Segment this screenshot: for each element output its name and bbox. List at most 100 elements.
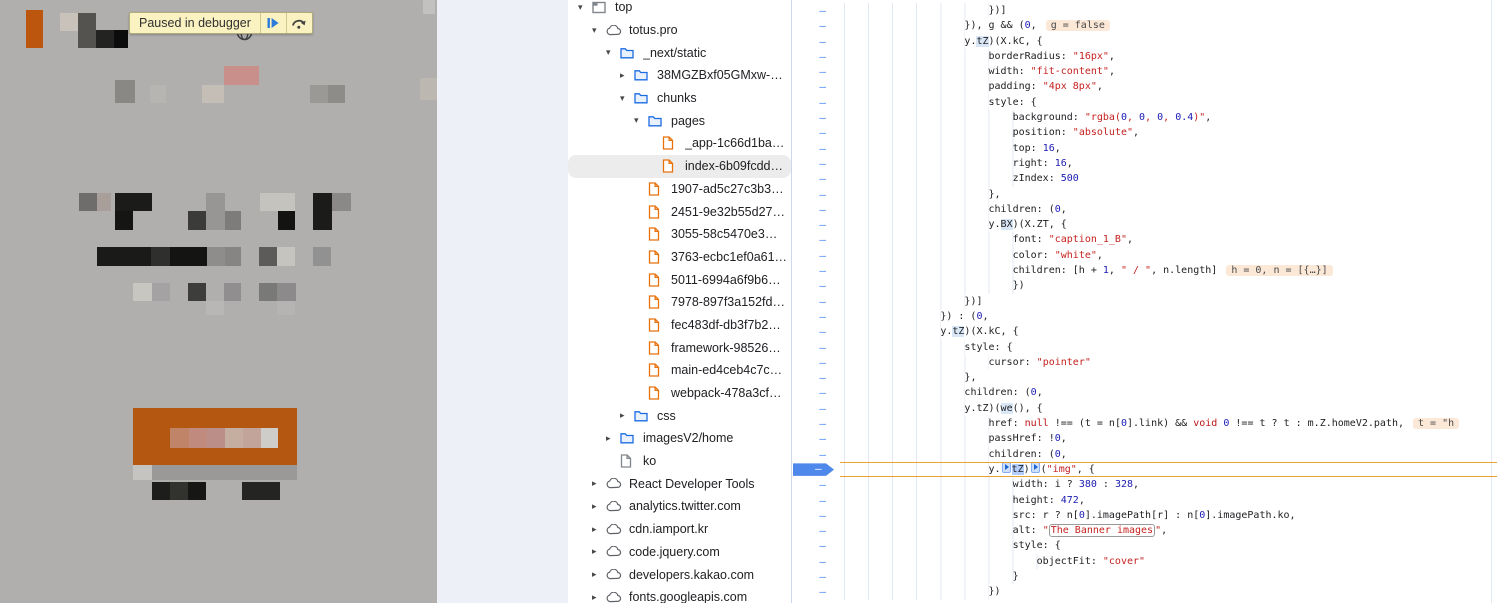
breakpoint-gutter[interactable]: – xyxy=(792,584,840,599)
breakpoint-gutter[interactable]: – xyxy=(792,202,840,217)
breakpoint-gutter[interactable]: – xyxy=(792,156,840,171)
code-line-content[interactable]: src: r ? n[0].imagePath[r] : n[0].imageP… xyxy=(840,508,1497,523)
breakpoint-gutter[interactable]: – xyxy=(792,248,840,263)
breakpoint-gutter[interactable]: – xyxy=(792,49,840,64)
chevron-down-icon[interactable]: ▾ xyxy=(578,2,592,13)
breakpoint-gutter[interactable]: – xyxy=(792,401,840,416)
tree-item-5011-6994a6f9b6-[interactable]: 5011-6994a6f9b6… xyxy=(568,268,791,291)
tree-item-developers-kakao-com[interactable]: ▸developers.kakao.com xyxy=(568,563,791,586)
code-line-content[interactable]: children: [h + 1, " / ", n.length]h = 0,… xyxy=(840,263,1497,278)
code-line[interactable]: – width: "fit-content", xyxy=(792,64,1497,79)
tree-item-main-ed4ceb4c7c-[interactable]: main-ed4ceb4c7c… xyxy=(568,359,791,382)
code-line-content[interactable]: color: "white", xyxy=(840,248,1497,263)
code-line-content[interactable]: }) : (0, xyxy=(840,309,1497,324)
breakpoint-gutter[interactable]: – xyxy=(792,187,840,202)
chevron-down-icon[interactable]: ▾ xyxy=(620,93,634,104)
code-line-content[interactable]: children: (0, xyxy=(840,447,1497,462)
breakpoint-gutter[interactable]: – xyxy=(792,508,840,523)
tree-item-analytics-twitter-com[interactable]: ▸analytics.twitter.com xyxy=(568,495,791,518)
code-line[interactable]: – }) xyxy=(792,584,1497,599)
code-line[interactable]: – })] xyxy=(792,3,1497,18)
code-line-content[interactable]: style: { xyxy=(840,538,1497,553)
breakpoint-gutter[interactable]: – xyxy=(792,171,840,186)
tree-item-chunks[interactable]: ▾chunks xyxy=(568,87,791,110)
tree-item-webpack-478a3cf-[interactable]: webpack-478a3cf… xyxy=(568,382,791,405)
tree-item-3055-58c5470e3-[interactable]: 3055-58c5470e3… xyxy=(568,223,791,246)
breakpoint-gutter[interactable]: – xyxy=(792,95,840,110)
code-line[interactable]: – style: { xyxy=(792,95,1497,110)
tree-item-top[interactable]: ▾top xyxy=(568,0,791,19)
step-into-target-icon[interactable] xyxy=(1002,462,1011,473)
code-line[interactable]: – cursor: "pointer" xyxy=(792,355,1497,370)
code-line-content[interactable]: cursor: "pointer" xyxy=(840,355,1497,370)
code-line[interactable]: – children: [h + 1, " / ", n.length]h = … xyxy=(792,263,1497,278)
code-line-content[interactable]: objectFit: "cover" xyxy=(840,554,1497,569)
tree-item--app-1c66d1ba-[interactable]: _app-1c66d1ba… xyxy=(568,132,791,155)
code-line[interactable]: – }) : (0, xyxy=(792,309,1497,324)
breakpoint-gutter[interactable]: – xyxy=(792,278,840,293)
chevron-right-icon[interactable]: ▸ xyxy=(592,592,606,603)
code-line-content[interactable]: }) xyxy=(840,278,1497,293)
chevron-right-icon[interactable]: ▸ xyxy=(606,433,620,444)
breakpoint-gutter[interactable]: – xyxy=(792,34,840,49)
code-line[interactable]: – zIndex: 500 xyxy=(792,171,1497,186)
tree-item-code-jquery-com[interactable]: ▸code.jquery.com xyxy=(568,541,791,564)
chevron-down-icon[interactable]: ▾ xyxy=(634,115,648,126)
code-line[interactable]: – children: (0, xyxy=(792,385,1497,400)
code-line-content[interactable]: style: { xyxy=(840,95,1497,110)
code-line[interactable]: – children: (0, xyxy=(792,447,1497,462)
code-line[interactable]: – objectFit: "cover" xyxy=(792,554,1497,569)
breakpoint-gutter[interactable]: – xyxy=(792,141,840,156)
editor-scrollbar[interactable] xyxy=(1491,0,1492,603)
chevron-right-icon[interactable]: ▸ xyxy=(620,70,634,81)
breakpoint-gutter[interactable]: – xyxy=(792,477,840,492)
code-line[interactable]: – height: 472, xyxy=(792,493,1497,508)
code-line[interactable]: – style: { xyxy=(792,538,1497,553)
code-line-content[interactable]: })] xyxy=(840,294,1497,309)
breakpoint-gutter[interactable]: – xyxy=(792,355,840,370)
code-line[interactable]: – width: i ? 380 : 328, xyxy=(792,477,1497,492)
code-line-content[interactable]: style: { xyxy=(840,340,1497,355)
breakpoint-gutter[interactable]: – xyxy=(792,110,840,125)
code-line-content[interactable]: y.tZ)(X.kC, { xyxy=(840,324,1497,339)
code-line-content[interactable]: height: 472, xyxy=(840,493,1497,508)
tree-item-totus-pro[interactable]: ▾totus.pro xyxy=(568,19,791,42)
chevron-right-icon[interactable]: ▸ xyxy=(592,546,606,557)
code-line-content[interactable]: zIndex: 500 xyxy=(840,171,1497,186)
tree-item-1907-ad5c27c3b3-[interactable]: 1907-ad5c27c3b3… xyxy=(568,178,791,201)
breakpoint-gutter[interactable]: – xyxy=(792,64,840,79)
code-line-content[interactable]: font: "caption_1_B", xyxy=(840,232,1497,247)
chevron-right-icon[interactable]: ▸ xyxy=(620,410,634,421)
chevron-right-icon[interactable]: ▸ xyxy=(592,501,606,512)
code-line[interactable]: – })] xyxy=(792,294,1497,309)
code-line-content[interactable]: })] xyxy=(840,3,1497,18)
tree-item-pages[interactable]: ▾pages xyxy=(568,109,791,132)
code-line[interactable]: – } xyxy=(792,569,1497,584)
code-line-content[interactable]: }) xyxy=(840,584,1497,599)
tree-item-imagesv2-home[interactable]: ▸imagesV2/home xyxy=(568,427,791,450)
breakpoint-gutter[interactable]: – xyxy=(792,447,840,462)
tree-item-3763-ecbc1ef0a61-[interactable]: 3763-ecbc1ef0a61… xyxy=(568,246,791,269)
breakpoint-gutter[interactable]: – xyxy=(792,385,840,400)
code-line[interactable]: – y.tZ)(X.kC, { xyxy=(792,34,1497,49)
chevron-down-icon[interactable]: ▾ xyxy=(606,47,620,58)
breakpoint-gutter[interactable]: – xyxy=(792,554,840,569)
breakpoint-gutter[interactable]: – xyxy=(792,125,840,140)
code-line-content[interactable]: }, xyxy=(840,187,1497,202)
chevron-right-icon[interactable]: ▸ xyxy=(592,569,606,580)
code-line[interactable]: – src: r ? n[0].imagePath[r] : n[0].imag… xyxy=(792,508,1497,523)
breakpoint-gutter[interactable]: – xyxy=(792,462,840,477)
breakpoint-gutter[interactable]: – xyxy=(792,538,840,553)
code-line-content[interactable]: y.BX)(X.ZT, { xyxy=(840,217,1497,232)
code-line[interactable]: – position: "absolute", xyxy=(792,125,1497,140)
code-line-content[interactable]: background: "rgba(0, 0, 0, 0.4)", xyxy=(840,110,1497,125)
breakpoint-gutter[interactable]: – xyxy=(792,79,840,94)
breakpoint-gutter[interactable]: – xyxy=(792,523,840,538)
code-line[interactable]: – y.tZ)(X.kC, { xyxy=(792,324,1497,339)
code-line-content[interactable]: passHref: !0, xyxy=(840,431,1497,446)
code-line-content[interactable]: href: null !== (t = n[0].link) && void 0… xyxy=(840,416,1497,431)
code-line-content[interactable]: borderRadius: "16px", xyxy=(840,49,1497,64)
tree-item-7978-897f3a152fd-[interactable]: 7978-897f3a152fd… xyxy=(568,291,791,314)
code-line[interactable]: – y.tZ)(we(), { xyxy=(792,401,1497,416)
breakpoint-gutter[interactable]: – xyxy=(792,324,840,339)
